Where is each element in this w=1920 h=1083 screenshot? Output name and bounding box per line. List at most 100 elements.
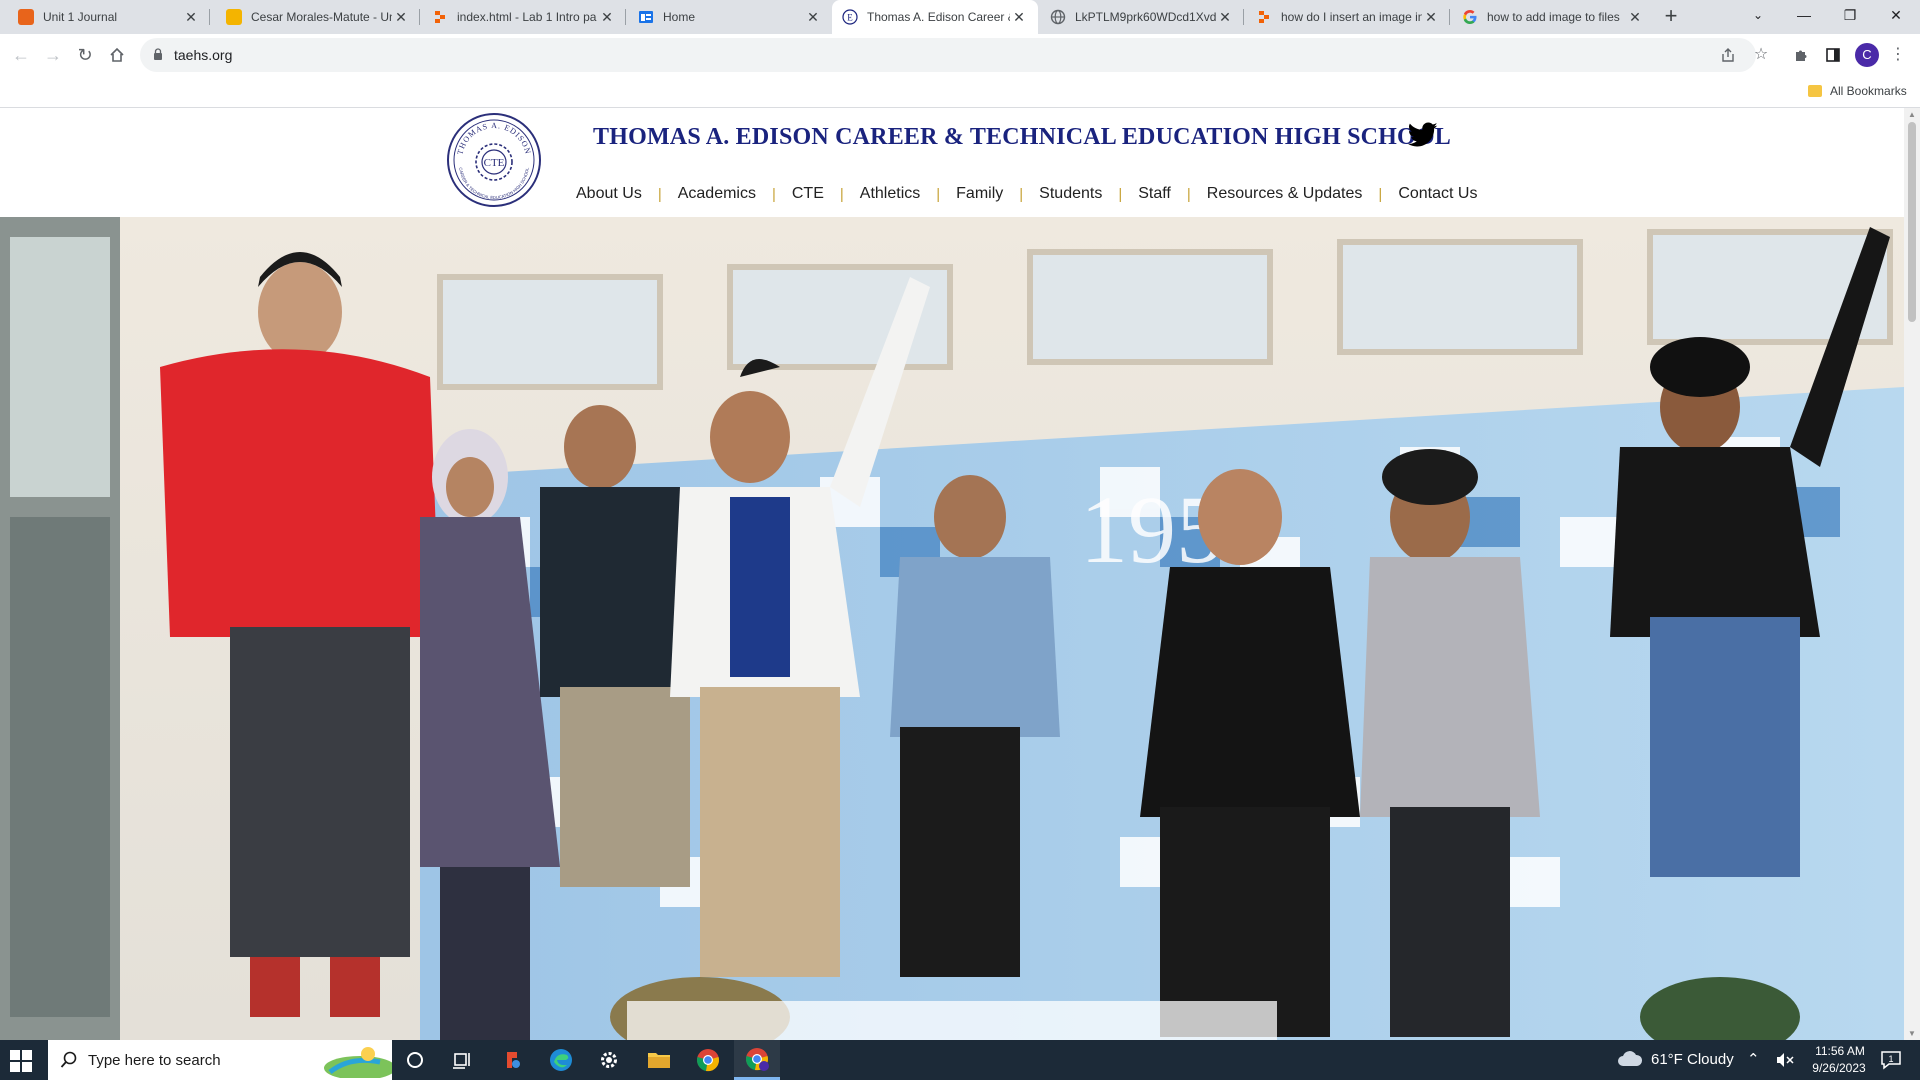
share-icon[interactable] [1716, 43, 1740, 67]
tab-home[interactable]: Home ✕ [628, 0, 832, 34]
url-text: taehs.org [174, 47, 233, 63]
chrome-icon[interactable] [685, 1040, 731, 1080]
volume-muted-icon[interactable] [1776, 1050, 1794, 1072]
tab-edison-active[interactable]: E Thomas A. Edison Career & ✕ [832, 0, 1038, 34]
side-panel-icon[interactable] [1821, 43, 1845, 67]
profile-avatar[interactable]: C [1855, 43, 1879, 67]
clock-time[interactable]: 11:56 AM [1810, 1044, 1870, 1058]
close-tab-icon[interactable]: ✕ [804, 9, 822, 26]
tab-divider [1243, 9, 1244, 25]
tab-title: how do I insert an image in [1281, 10, 1422, 24]
tab-image-url[interactable]: LkPTLM9prk60WDcd1Xvd\ ✕ [1040, 0, 1244, 34]
globe-icon [1050, 9, 1066, 25]
slides-icon [226, 9, 242, 25]
school-logo[interactable]: THOMAS A. EDISON CAREER & TECHNICAL EDUC… [446, 112, 542, 208]
task-view-icon[interactable] [440, 1040, 486, 1080]
schoology-icon [18, 9, 34, 25]
main-navigation: About Us | Academics | CTE | Athletics |… [576, 183, 1477, 205]
replit-icon [1256, 9, 1272, 25]
school-title[interactable]: THOMAS A. EDISON CAREER & TECHNICAL EDUC… [593, 124, 1451, 151]
extensions-puzzle-icon[interactable] [1789, 43, 1813, 67]
forward-icon[interactable]: → [39, 42, 67, 68]
search-icon [60, 1051, 78, 1069]
tab-search-chevron-icon[interactable]: ⌄ [1735, 0, 1781, 30]
tab-title: Unit 1 Journal [43, 10, 118, 24]
nav-cte[interactable]: CTE [792, 185, 824, 203]
edge-icon[interactable] [538, 1040, 584, 1080]
nav-separator: | [1019, 185, 1024, 203]
clock-date[interactable]: 9/26/2023 [1806, 1061, 1872, 1075]
nav-separator: | [657, 185, 662, 203]
hero-image: 1958 [0, 217, 1904, 1040]
twitter-icon[interactable] [1407, 122, 1438, 148]
nav-students[interactable]: Students [1039, 185, 1102, 203]
windows-start-icon[interactable] [10, 1050, 32, 1072]
vertical-scrollbar[interactable]: ▲ ▼ [1904, 108, 1920, 1040]
nav-separator: | [771, 185, 776, 203]
weather-widget[interactable]: 61°F Cloudy [1617, 1051, 1734, 1068]
settings-gear-icon[interactable] [586, 1040, 632, 1080]
bookmarks-bar: All Bookmarks [0, 76, 1920, 108]
tab-title: Cesar Morales-Matute - Un [251, 10, 392, 24]
tab-title: Home [663, 10, 696, 24]
tab-strip: Unit 1 Journal ✕ Cesar Morales-Matute - … [0, 0, 1920, 34]
cloud-icon [1618, 1051, 1643, 1066]
google-icon [1462, 9, 1478, 25]
kebab-menu-icon[interactable]: ⋮ [1886, 43, 1910, 67]
nav-about-us[interactable]: About Us [576, 185, 642, 203]
close-tab-icon[interactable]: ✕ [1010, 9, 1028, 26]
nav-family[interactable]: Family [956, 185, 1003, 203]
close-window-icon[interactable]: ✕ [1873, 0, 1919, 30]
svg-text:E: E [847, 13, 853, 23]
sites-icon [638, 9, 654, 25]
new-tab-icon[interactable]: + [1658, 4, 1684, 30]
close-tab-icon[interactable]: ✕ [182, 9, 200, 26]
tab-title: LkPTLM9prk60WDcd1Xvd\ [1075, 10, 1216, 24]
reload-icon[interactable]: ↻ [71, 42, 99, 68]
scroll-down-icon[interactable]: ▼ [1908, 1029, 1916, 1038]
lock-icon[interactable] [153, 48, 163, 61]
home-icon[interactable] [103, 42, 131, 68]
nav-staff[interactable]: Staff [1138, 185, 1171, 203]
nav-separator: | [839, 185, 844, 203]
bookmarks-folder-icon[interactable] [1808, 85, 1822, 97]
close-tab-icon[interactable]: ✕ [598, 9, 616, 26]
scroll-up-icon[interactable]: ▲ [1908, 110, 1916, 119]
tab-cesar-morales[interactable]: Cesar Morales-Matute - Un ✕ [216, 0, 420, 34]
notification-count: 1 [1888, 1054, 1893, 1064]
browser-toolbar: ← → ↻ taehs.org ☆ C ⋮ [0, 34, 1920, 76]
minimize-icon[interactable]: — [1781, 0, 1827, 30]
address-bar[interactable]: taehs.org [140, 38, 1756, 72]
tab-title: Thomas A. Edison Career & [867, 10, 1010, 24]
restore-icon[interactable]: ❐ [1827, 0, 1873, 30]
file-explorer-icon[interactable] [636, 1040, 682, 1080]
tab-how-insert-image[interactable]: how do I insert an image in ✕ [1246, 0, 1450, 34]
search-highlight-illustration [310, 1042, 396, 1080]
tab-index-html[interactable]: index.html - Lab 1 Intro pa ✕ [422, 0, 626, 34]
close-tab-icon[interactable]: ✕ [1626, 9, 1644, 26]
bookmark-star-icon[interactable]: ☆ [1749, 43, 1773, 67]
close-tab-icon[interactable]: ✕ [392, 9, 410, 26]
notification-center-icon[interactable]: 1 [1880, 1049, 1902, 1071]
nav-contact-us[interactable]: Contact Us [1398, 185, 1477, 203]
taskbar-search[interactable]: Type here to search [48, 1040, 396, 1080]
nav-academics[interactable]: Academics [678, 185, 756, 203]
chrome-profile-icon[interactable] [734, 1040, 780, 1080]
close-tab-icon[interactable]: ✕ [1422, 9, 1440, 26]
search-placeholder: Type here to search [88, 1052, 221, 1069]
logo-center-text: CTE [484, 157, 505, 169]
replit-icon [432, 9, 448, 25]
back-icon[interactable]: ← [7, 42, 35, 68]
snipping-tool-icon[interactable] [489, 1040, 535, 1080]
cortana-icon[interactable] [392, 1040, 438, 1080]
all-bookmarks-link[interactable]: All Bookmarks [1830, 84, 1907, 98]
tab-title: how to add image to files [1487, 10, 1620, 24]
windows-taskbar: Type here to search 61°F Cloudy ⌃ 11:56 … [0, 1040, 1920, 1080]
close-tab-icon[interactable]: ✕ [1216, 9, 1234, 26]
scrollbar-thumb[interactable] [1908, 122, 1916, 322]
nav-resources-updates[interactable]: Resources & Updates [1207, 185, 1363, 203]
tab-how-add-image[interactable]: how to add image to files ✕ [1452, 0, 1654, 34]
tab-unit-1-journal[interactable]: Unit 1 Journal ✕ [8, 0, 210, 34]
nav-athletics[interactable]: Athletics [860, 185, 920, 203]
show-hidden-icons-chevron-icon[interactable]: ⌃ [1747, 1050, 1760, 1068]
